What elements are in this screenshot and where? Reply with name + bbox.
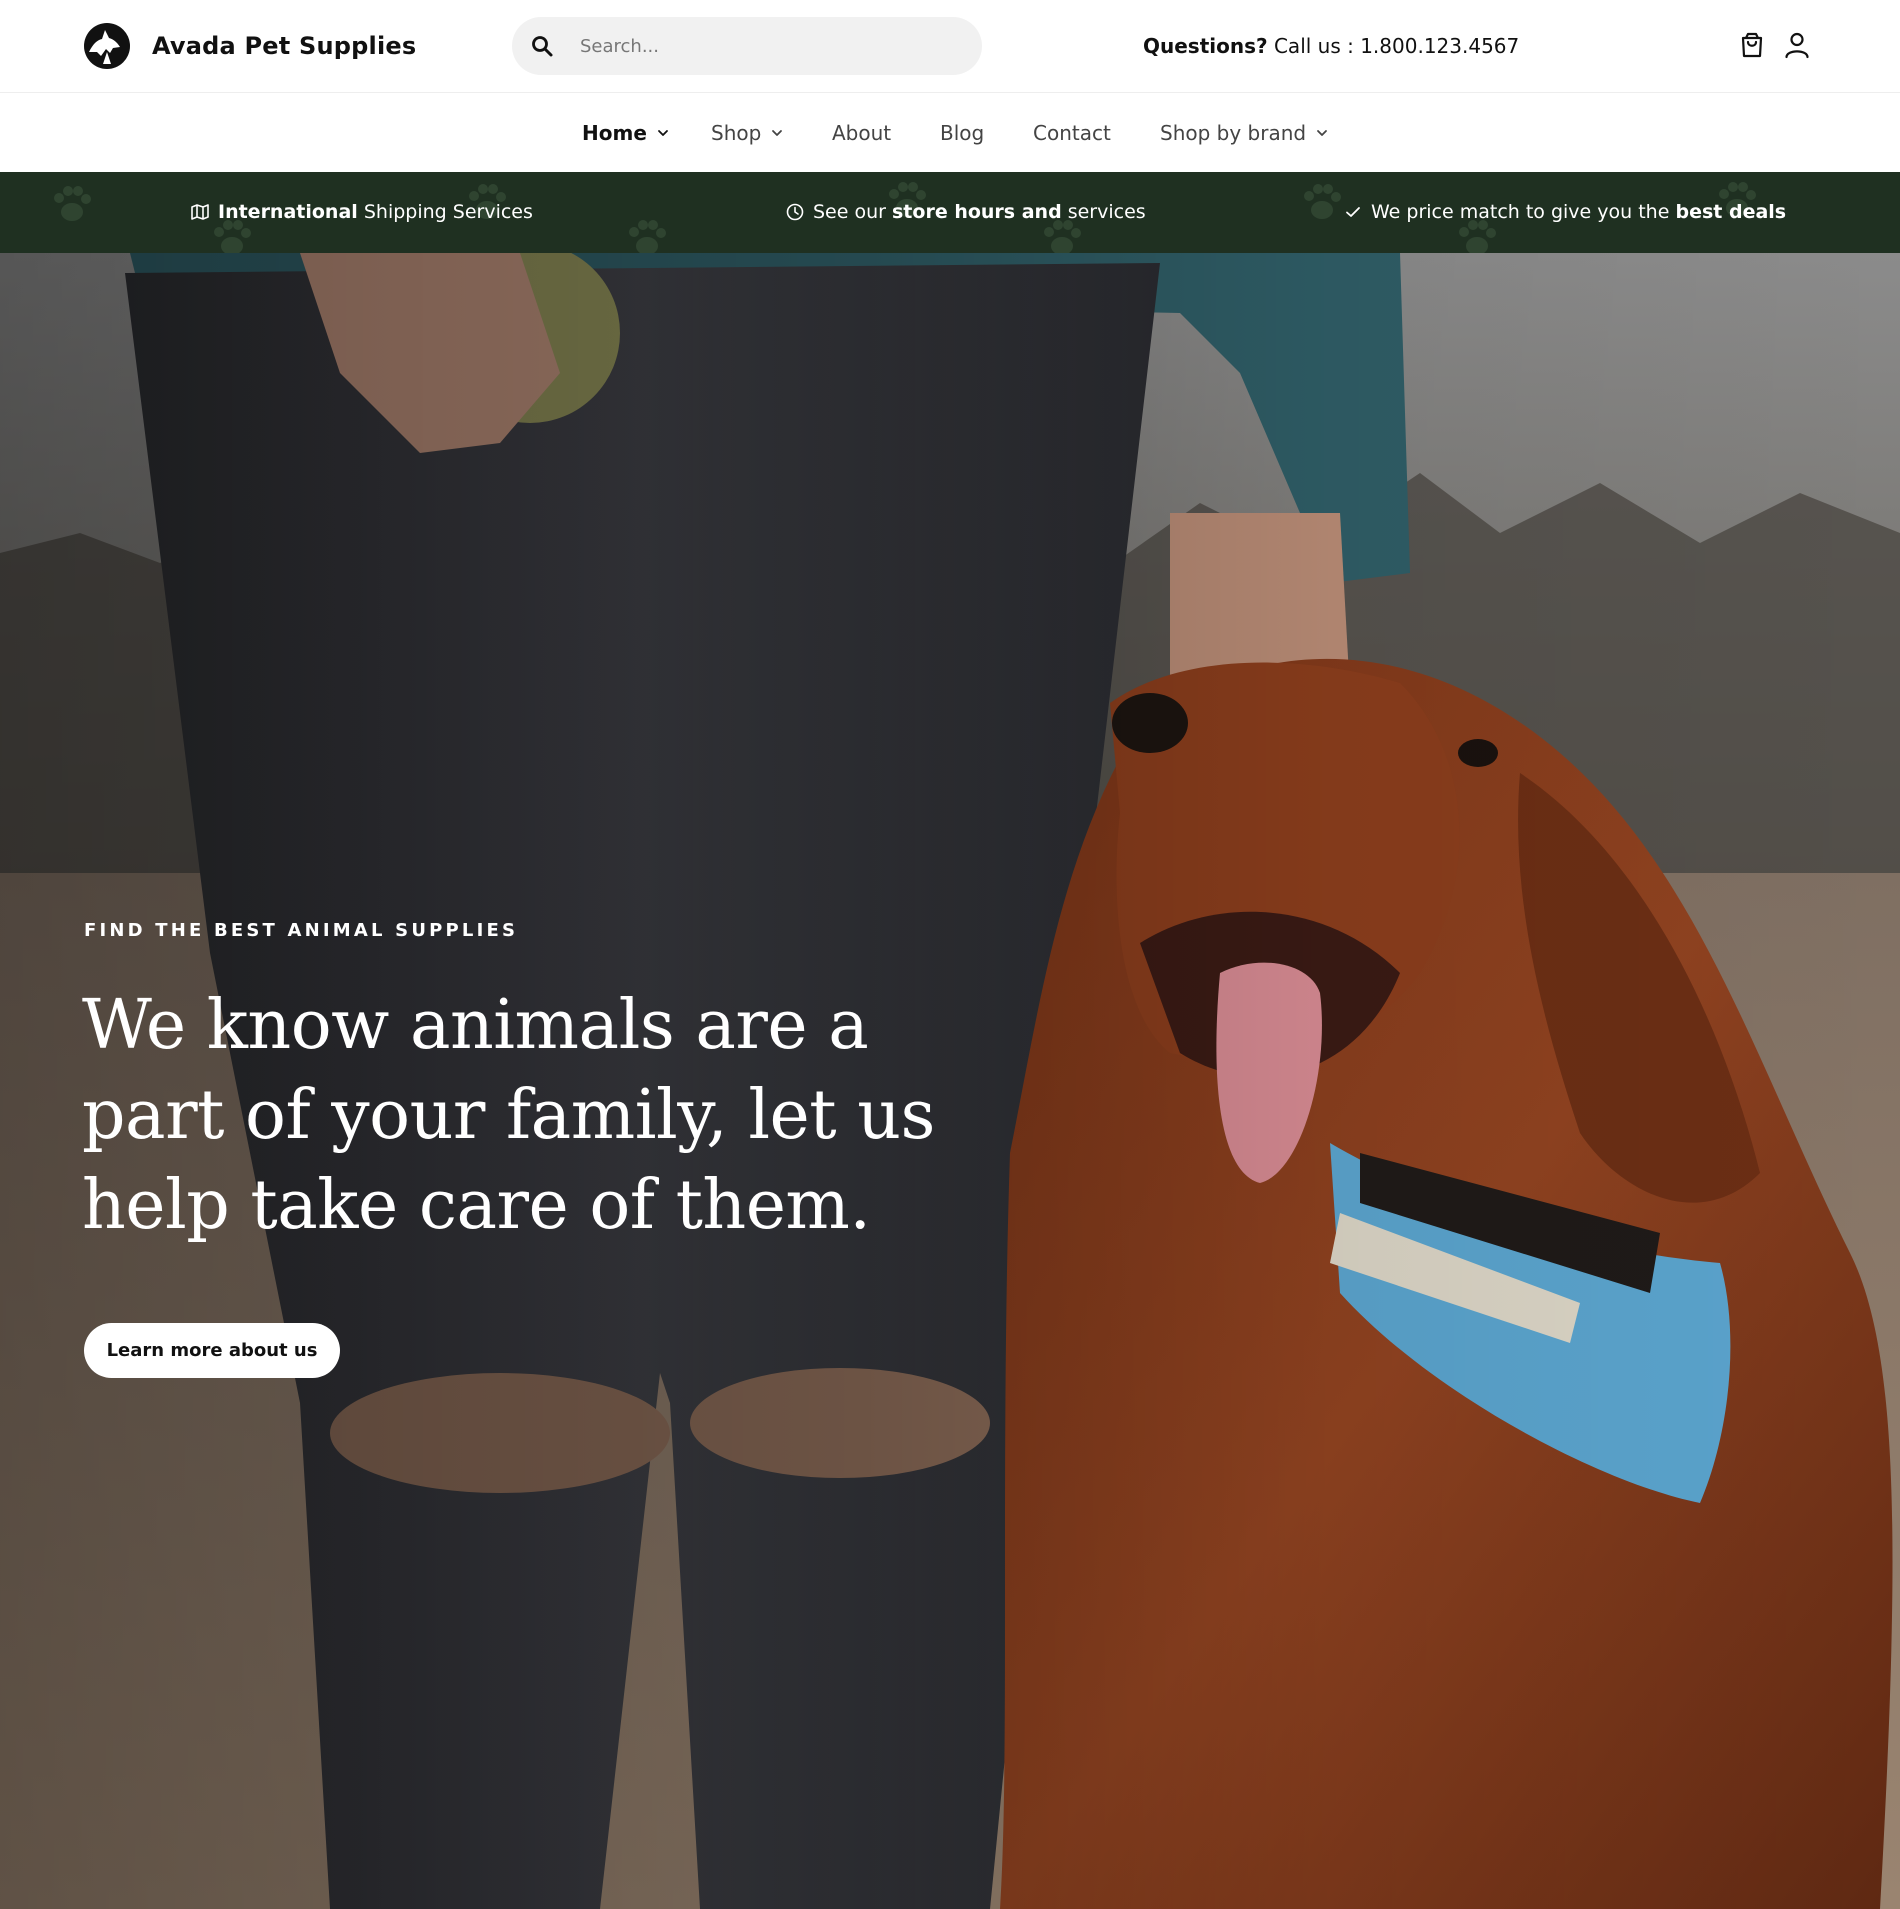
chevron-down-icon xyxy=(656,126,670,140)
promo-text: Shipping Services xyxy=(357,201,533,223)
promo-strong: store hours and xyxy=(892,201,1062,223)
hero-eyebrow: FIND THE BEST ANIMAL SUPPLIES xyxy=(84,920,519,941)
chevron-down-icon xyxy=(770,126,784,140)
user-icon[interactable] xyxy=(1782,30,1812,60)
nav-item-blog[interactable]: Blog xyxy=(940,121,984,145)
promo-text: See our xyxy=(813,201,892,223)
search-icon[interactable] xyxy=(530,34,554,58)
promo-store-hours[interactable]: See our store hours and services xyxy=(785,199,1146,225)
site-header: Avada Pet Supplies Questions? Call us : … xyxy=(0,0,1900,93)
nav-item-label: Contact xyxy=(1033,121,1111,145)
nav-item-label: Blog xyxy=(940,121,985,145)
dog-logo-icon[interactable] xyxy=(83,22,131,70)
clock-icon xyxy=(785,202,805,222)
nav-item-label: Shop xyxy=(711,121,762,145)
nav-item-shop-by-brand[interactable]: Shop by brand xyxy=(1160,121,1329,145)
nav-item-label: Home xyxy=(582,121,647,145)
hero-section: FIND THE BEST ANIMAL SUPPLIES We know an… xyxy=(0,253,1900,1909)
main-nav: Home Shop About Blog Contact Shop by bra… xyxy=(0,94,1900,172)
learn-more-button[interactable]: Learn more about us xyxy=(84,1323,340,1378)
nav-item-label: Shop by brand xyxy=(1160,121,1307,145)
nav-item-label: About xyxy=(832,121,892,145)
map-icon xyxy=(190,202,210,222)
contact-phone: Questions? Call us : 1.800.123.4567 xyxy=(1143,28,1519,64)
phone-text[interactable]: Call us : 1.800.123.4567 xyxy=(1274,34,1519,58)
nav-item-contact[interactable]: Contact xyxy=(1033,121,1111,145)
promo-strong: best deals xyxy=(1675,201,1787,223)
shopping-bag-icon[interactable] xyxy=(1737,30,1767,60)
brand-name[interactable]: Avada Pet Supplies xyxy=(152,28,416,64)
nav-item-shop[interactable]: Shop xyxy=(711,121,784,145)
chevron-down-icon xyxy=(1315,126,1329,140)
promo-bar: International Shipping Services See our … xyxy=(0,172,1900,253)
promo-text: We price match to give you the xyxy=(1371,201,1676,223)
search-input[interactable] xyxy=(580,17,960,75)
promo-text: services xyxy=(1061,201,1146,223)
promo-price-match[interactable]: We price match to give you the best deal… xyxy=(1343,199,1786,225)
paw-print-icon xyxy=(1295,176,1349,230)
questions-label: Questions? xyxy=(1143,34,1268,58)
hero-headline: We know animals are a part of your famil… xyxy=(82,986,935,1245)
nav-item-about[interactable]: About xyxy=(832,121,891,145)
paw-print-icon xyxy=(620,212,674,253)
search-bar[interactable] xyxy=(512,17,982,75)
promo-strong: International xyxy=(218,201,358,223)
check-icon xyxy=(1343,202,1363,222)
promo-international-shipping[interactable]: International Shipping Services xyxy=(190,199,533,225)
paw-print-icon xyxy=(45,178,99,232)
nav-item-home[interactable]: Home xyxy=(582,121,670,145)
